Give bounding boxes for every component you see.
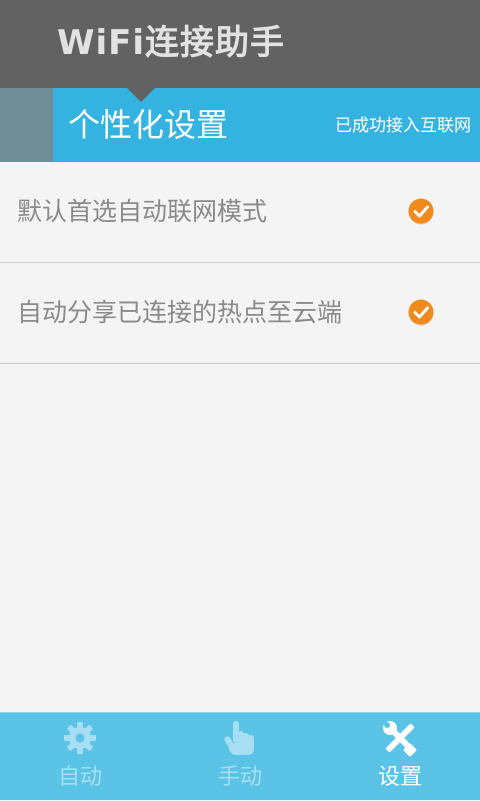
tab-label: 自动 xyxy=(57,765,102,790)
tab-manual[interactable]: 手动 xyxy=(160,713,320,801)
gear-icon xyxy=(64,722,96,754)
setting-row-share-hotspot[interactable]: 自动分享已连接的热点至云端 xyxy=(0,263,480,364)
connection-status: 已成功接入互联网 xyxy=(335,116,471,136)
section-header: 个性化设置 已成功接入互联网 xyxy=(0,88,480,162)
checkbox-checked-icon[interactable] xyxy=(407,298,435,326)
hand-pointer-icon xyxy=(224,721,254,755)
section-title: 个性化设置 xyxy=(68,106,229,144)
tools-icon xyxy=(383,721,417,757)
app-header: WiFi连接助手 xyxy=(0,0,480,88)
tab-label: 设置 xyxy=(377,765,422,790)
bottom-tab-bar: 自动 手动 设置 xyxy=(0,712,480,800)
section-stub xyxy=(0,88,53,162)
checkbox-checked-icon[interactable] xyxy=(407,197,435,225)
setting-label: 自动分享已连接的热点至云端 xyxy=(17,298,343,327)
setting-row-auto-connect[interactable]: 默认首选自动联网模式 xyxy=(0,162,480,263)
settings-list: 默认首选自动联网模式 自动分享已连接的热点至云端 xyxy=(0,162,480,364)
tab-auto[interactable]: 自动 xyxy=(0,713,160,801)
setting-label: 默认首选自动联网模式 xyxy=(17,197,268,226)
tab-settings[interactable]: 设置 xyxy=(320,713,480,801)
header-notch xyxy=(127,88,155,102)
tab-label: 手动 xyxy=(217,765,262,790)
app-title: WiFi连接助手 xyxy=(57,23,286,63)
